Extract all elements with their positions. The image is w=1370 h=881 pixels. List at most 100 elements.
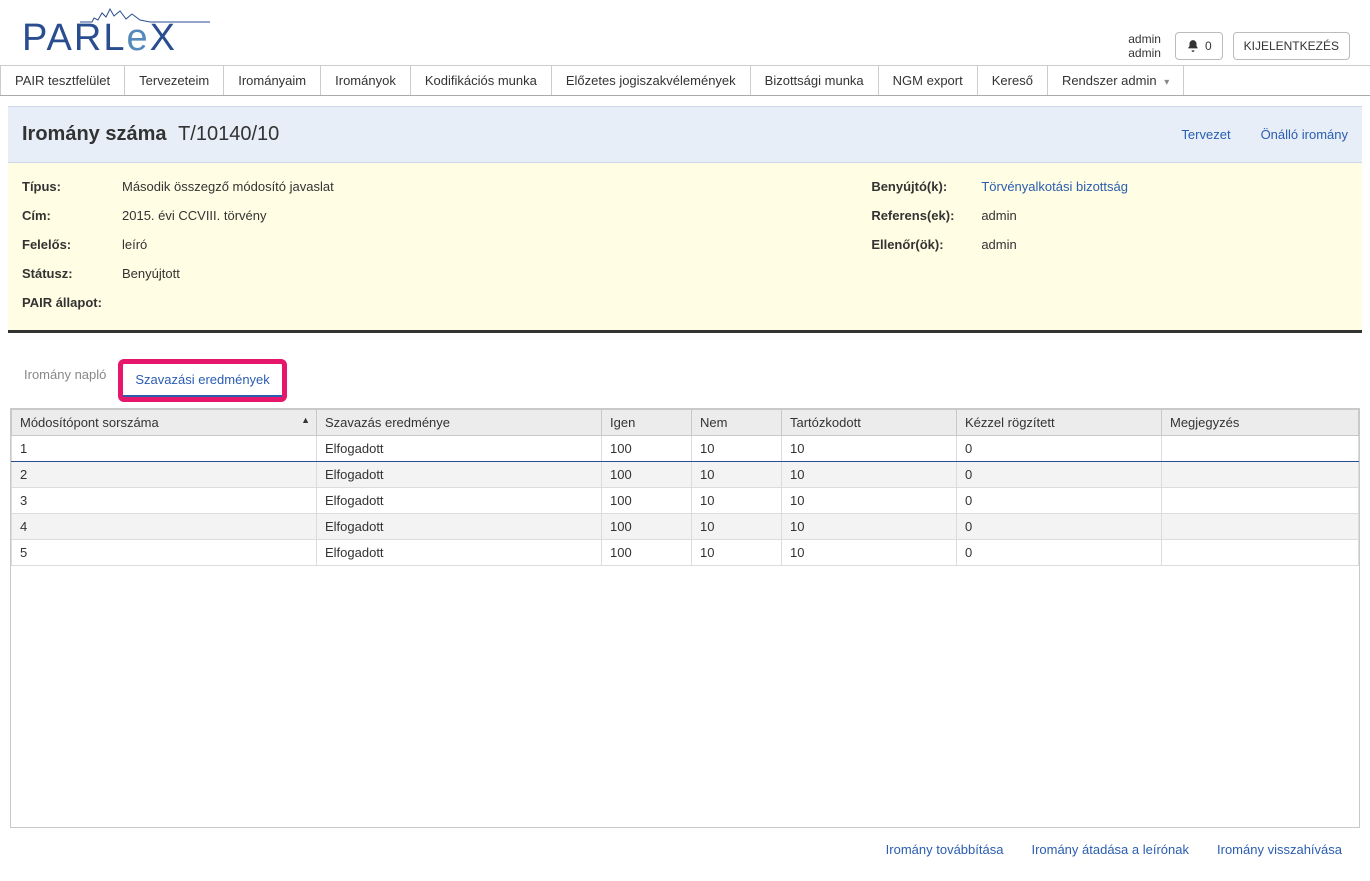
col-megjegyzes[interactable]: Megjegyzés: [1162, 410, 1359, 436]
subtabs: Iromány napló Szavazási eredmények: [8, 359, 1362, 402]
table-row[interactable]: 3Elfogadott10010100: [12, 488, 1359, 514]
col-tartozkodott[interactable]: Tartózkodott: [782, 410, 957, 436]
menu-kereso[interactable]: Kereső: [978, 66, 1048, 95]
value-tipus: Második összegző módosító javaslat: [122, 179, 334, 194]
table-row[interactable]: 2Elfogadott10010100: [12, 462, 1359, 488]
label-ellenor: Ellenőr(ök):: [871, 237, 981, 252]
cell-nem: 10: [692, 436, 782, 462]
menu-iromanyaim[interactable]: Irományaim: [224, 66, 321, 95]
cell-kezzel: 0: [957, 488, 1162, 514]
notifications-count: 0: [1205, 39, 1212, 53]
cell-kezzel: 0: [957, 540, 1162, 566]
label-referens: Referens(ek):: [871, 208, 981, 223]
table-header-row: Módosítópont sorszáma▲ Szavazás eredmény…: [12, 410, 1359, 436]
cell-sorszam: 5: [12, 540, 317, 566]
header-panel: Iromány száma T/10140/10 Tervezet Önálló…: [8, 106, 1362, 163]
value-statusz: Benyújtott: [122, 266, 180, 281]
label-tipus: Típus:: [22, 179, 122, 194]
table-row[interactable]: 5Elfogadott10010100: [12, 540, 1359, 566]
user-block: admin admin: [1128, 32, 1161, 60]
info-col-right: Benyújtó(k):Törvényalkotási bizottság Re…: [871, 179, 1128, 310]
value-cim: 2015. évi CCVIII. törvény: [122, 208, 267, 223]
value-benyujto[interactable]: Törvényalkotási bizottság: [981, 179, 1128, 194]
footer-actions: Iromány továbbítása Iromány átadása a le…: [8, 830, 1362, 863]
table-row[interactable]: 1Elfogadott10010100: [12, 436, 1359, 462]
cell-eredmeny: Elfogadott: [317, 436, 602, 462]
col-kezzel-rogzitett[interactable]: Kézzel rögzített: [957, 410, 1162, 436]
action-iromany-atadasa-leironak[interactable]: Iromány átadása a leírónak: [1031, 842, 1189, 857]
user-role: admin: [1128, 46, 1161, 60]
info-panel: Típus:Második összegző módosító javaslat…: [8, 163, 1362, 333]
cell-igen: 100: [602, 514, 692, 540]
cell-eredmeny: Elfogadott: [317, 514, 602, 540]
cell-megj: [1162, 514, 1359, 540]
label-statusz: Státusz:: [22, 266, 122, 281]
cell-eredmeny: Elfogadott: [317, 488, 602, 514]
cell-nem: 10: [692, 540, 782, 566]
label-cim: Cím:: [22, 208, 122, 223]
tab-iromany-naplo[interactable]: Iromány napló: [12, 359, 118, 402]
user-name: admin: [1128, 32, 1161, 46]
label-pair-allapot: PAIR állapot:: [22, 295, 122, 310]
info-col-left: Típus:Második összegző módosító javaslat…: [22, 179, 334, 310]
cell-tart: 10: [782, 488, 957, 514]
col-szavazas-eredmenye[interactable]: Szavazás eredménye: [317, 410, 602, 436]
menu-rendszer-admin[interactable]: Rendszer admin ▾: [1048, 66, 1184, 95]
sort-asc-icon: ▲: [301, 415, 310, 425]
cell-nem: 10: [692, 462, 782, 488]
cell-sorszam: 1: [12, 436, 317, 462]
logo-text: PARLeX: [20, 17, 177, 60]
cell-megj: [1162, 488, 1359, 514]
table-row[interactable]: 4Elfogadott10010100: [12, 514, 1359, 540]
menu-bizottsagi-munka[interactable]: Bizottsági munka: [751, 66, 879, 95]
value-ellenor: admin: [981, 237, 1016, 252]
tab-szavazasi-eredmenyek[interactable]: Szavazási eredmények: [123, 364, 281, 397]
cell-tart: 10: [782, 514, 957, 540]
cell-kezzel: 0: [957, 462, 1162, 488]
chevron-down-icon: ▾: [1164, 77, 1169, 88]
notifications-button[interactable]: 0: [1175, 32, 1223, 60]
menu-iromanyok[interactable]: Irományok: [321, 66, 411, 95]
cell-eredmeny: Elfogadott: [317, 462, 602, 488]
cell-sorszam: 3: [12, 488, 317, 514]
link-onallo-iromany[interactable]: Önálló iromány: [1261, 127, 1348, 142]
action-iromany-tovabbitasa[interactable]: Iromány továbbítása: [886, 842, 1004, 857]
page-title-label: Iromány száma: [22, 123, 167, 145]
cell-megj: [1162, 462, 1359, 488]
value-felelos: leíró: [122, 237, 147, 252]
document-number: T/10140/10: [178, 123, 279, 145]
cell-kezzel: 0: [957, 514, 1162, 540]
main-menu: PAIR tesztfelület Tervezeteim Irományaim…: [0, 66, 1370, 96]
highlight-ring: Szavazási eredmények: [118, 359, 286, 402]
cell-sorszam: 4: [12, 514, 317, 540]
col-modositopont-sorszama[interactable]: Módosítópont sorszáma▲: [12, 410, 317, 436]
menu-kodifikacios-munka[interactable]: Kodifikációs munka: [411, 66, 552, 95]
label-felelos: Felelős:: [22, 237, 122, 252]
link-tervezet[interactable]: Tervezet: [1181, 127, 1230, 142]
col-igen[interactable]: Igen: [602, 410, 692, 436]
cell-nem: 10: [692, 514, 782, 540]
logo[interactable]: PARLeX: [20, 5, 210, 60]
cell-igen: 100: [602, 436, 692, 462]
label-benyujto: Benyújtó(k):: [871, 179, 981, 194]
bell-icon: [1186, 39, 1200, 53]
menu-rendszer-admin-label: Rendszer admin: [1062, 73, 1157, 88]
menu-tervezeteim[interactable]: Tervezeteim: [125, 66, 224, 95]
value-referens: admin: [981, 208, 1016, 223]
cell-tart: 10: [782, 436, 957, 462]
menu-elozetes-jogiszakvelemenyek[interactable]: Előzetes jogiszakvélemények: [552, 66, 751, 95]
topbar: PARLeX admin admin 0 KIJELENTKEZÉS: [0, 0, 1370, 66]
menu-pair-tesztfelulet[interactable]: PAIR tesztfelület: [0, 66, 125, 95]
menu-ngm-export[interactable]: NGM export: [879, 66, 978, 95]
cell-nem: 10: [692, 488, 782, 514]
action-iromany-visszahivasa[interactable]: Iromány visszahívása: [1217, 842, 1342, 857]
col-nem[interactable]: Nem: [692, 410, 782, 436]
results-grid: Módosítópont sorszáma▲ Szavazás eredmény…: [10, 408, 1360, 828]
cell-igen: 100: [602, 488, 692, 514]
cell-eredmeny: Elfogadott: [317, 540, 602, 566]
cell-tart: 10: [782, 540, 957, 566]
logout-button[interactable]: KIJELENTKEZÉS: [1233, 32, 1350, 60]
cell-sorszam: 2: [12, 462, 317, 488]
cell-igen: 100: [602, 462, 692, 488]
cell-kezzel: 0: [957, 436, 1162, 462]
